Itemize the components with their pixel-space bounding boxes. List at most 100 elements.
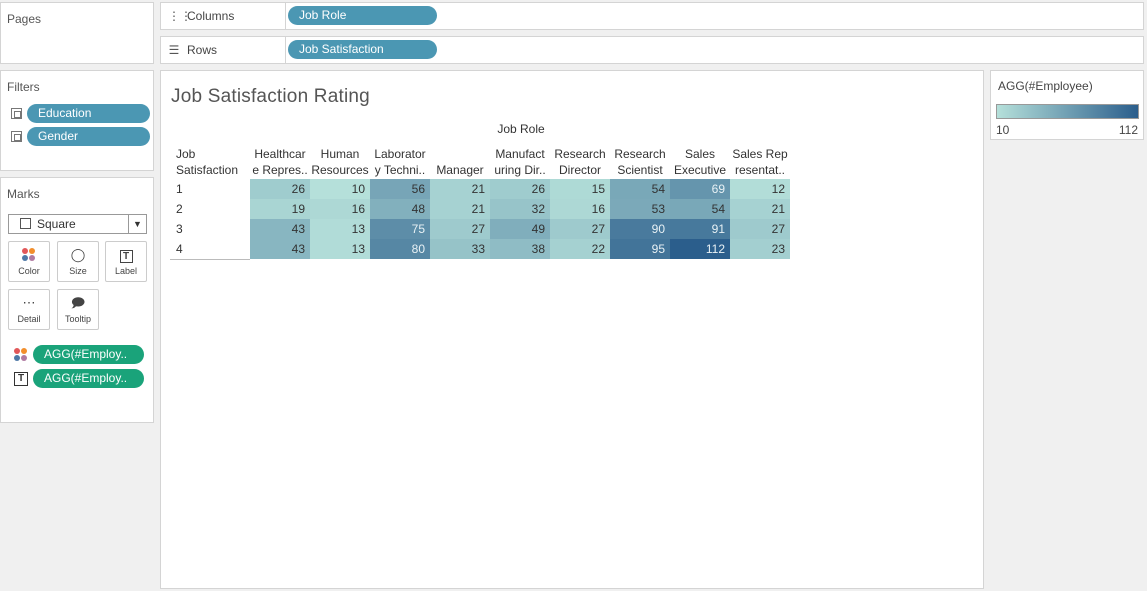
viz-panel[interactable]: Job Satisfaction Rating Job Role Job Sat… [160, 70, 984, 589]
filter-icon [11, 131, 22, 142]
filter-pill-education[interactable]: Education [27, 104, 150, 123]
column-header-1-line1: Resources [311, 163, 369, 177]
rows-shelf-label: ☰ Rows [161, 37, 286, 63]
column-header-3-line1: Manager [436, 163, 484, 177]
column-header-7-line0: Sales [684, 147, 716, 161]
text-label-icon: T [14, 372, 28, 386]
heatmap-cell[interactable]: 54 [610, 179, 670, 199]
heatmap-cell[interactable]: 16 [310, 199, 370, 219]
heatmap-cell[interactable]: 27 [730, 219, 790, 239]
chevron-down-icon[interactable]: ▼ [128, 215, 146, 233]
heatmap-cell[interactable]: 19 [250, 199, 310, 219]
heatmap-cell[interactable]: 112 [670, 239, 730, 259]
column-header-2-line1: y Techni.. [374, 163, 426, 177]
detail-icon: ⋯ [22, 295, 36, 310]
heatmap-cell[interactable]: 53 [610, 199, 670, 219]
column-header-6-line1: Scientist [617, 163, 663, 177]
filter-icon [11, 108, 22, 119]
heatmap-cell[interactable]: 15 [550, 179, 610, 199]
heatmap-cell[interactable]: 75 [370, 219, 430, 239]
legend-title: AGG(#Employee) [998, 79, 1093, 93]
heatmap-cell[interactable]: 22 [550, 239, 610, 259]
heatmap-cell[interactable]: 27 [550, 219, 610, 239]
columns-icon: ⋮⋮ [168, 9, 192, 23]
heatmap-cell[interactable]: 21 [730, 199, 790, 219]
heatmap-cell[interactable]: 33 [430, 239, 490, 259]
heatmap-cell[interactable]: 26 [250, 179, 310, 199]
legend-min: 10 [996, 123, 1010, 137]
heatmap-cell[interactable]: 48 [370, 199, 430, 219]
row-label-1: 1 [176, 182, 183, 196]
rows-pill-job-satisfaction[interactable]: Job Satisfaction [288, 40, 437, 59]
square-icon [20, 218, 31, 229]
legend-gradient-bar [996, 104, 1139, 119]
column-header-2-line0: Laborator [374, 147, 426, 161]
column-header-title: Job Role [497, 122, 545, 136]
heatmap-cell[interactable]: 12 [730, 179, 790, 199]
heatmap-cell[interactable]: 69 [670, 179, 730, 199]
detail-button[interactable]: ⋯ Detail [8, 289, 50, 330]
column-header-1-line0: Human [320, 147, 360, 161]
heatmap-cell[interactable]: 27 [430, 219, 490, 239]
heatmap-cell[interactable]: 16 [550, 199, 610, 219]
color-button[interactable]: Color [8, 241, 50, 282]
tooltip-label: Tooltip [64, 314, 91, 324]
heatmap-cell[interactable]: 43 [250, 239, 310, 259]
column-header-5-line1: Director [558, 163, 601, 177]
size-button[interactable]: ◯ Size [57, 241, 99, 282]
columns-label: Columns [187, 9, 235, 23]
viz-title: Job Satisfaction Rating [171, 86, 370, 107]
row-header-line2: Satisfaction [176, 163, 239, 177]
heatmap-cell[interactable]: 95 [610, 239, 670, 259]
heatmap-cell[interactable]: 43 [250, 219, 310, 239]
filter-pill-gender[interactable]: Gender [27, 127, 150, 146]
mark-type-dropdown[interactable]: Square ▼ [8, 214, 147, 234]
column-header-7-line1: Executive [673, 163, 727, 177]
heatmap-cell[interactable]: 49 [490, 219, 550, 239]
heatmap-cell[interactable]: 21 [430, 199, 490, 219]
heatmap-cell[interactable]: 38 [490, 239, 550, 259]
columns-shelf[interactable]: ⋮⋮ Columns Job Role [160, 2, 1144, 30]
column-header-0-line1: e Repres.. [252, 163, 308, 177]
rows-shelf[interactable]: ☰ Rows Job Satisfaction [160, 36, 1144, 64]
heatmap-cell[interactable]: 13 [310, 239, 370, 259]
tooltip-button[interactable]: 🗩 Tooltip [57, 289, 99, 330]
marks-pill-label-field[interactable]: AGG(#Employ.. [33, 369, 144, 388]
color-icon [9, 242, 49, 264]
columns-pill-job-role[interactable]: Job Role [288, 6, 437, 25]
heatmap-cell[interactable]: 10 [310, 179, 370, 199]
column-header-4-line1: uring Dir.. [494, 163, 546, 177]
size-label: Size [69, 266, 87, 276]
heatmap-cell[interactable]: 56 [370, 179, 430, 199]
marks-pill-color-field[interactable]: AGG(#Employ.. [33, 345, 144, 364]
column-header-4-line0: Manufact [495, 147, 545, 161]
pages-panel[interactable]: Pages [0, 2, 154, 64]
heatmap-cell[interactable]: 13 [310, 219, 370, 239]
heatmap-cell[interactable]: 26 [490, 179, 550, 199]
heatmap-cell[interactable]: 91 [670, 219, 730, 239]
heatmap-cell[interactable]: 54 [670, 199, 730, 219]
heatmap-cell[interactable]: 23 [730, 239, 790, 259]
row-label-3: 3 [176, 222, 183, 236]
marks-panel[interactable]: Marks Square ▼ Color ◯ Size T Label ⋯ De… [0, 177, 154, 423]
legend-panel[interactable]: AGG(#Employee) 10 112 [990, 70, 1144, 140]
filters-panel[interactable]: Filters Education Gender [0, 70, 154, 171]
rows-icon: ☰ [168, 43, 180, 57]
label-button[interactable]: T Label [105, 241, 147, 282]
rows-label: Rows [187, 43, 218, 57]
column-header-5-line0: Research [554, 147, 606, 161]
mark-type-value: Square [37, 217, 76, 231]
heatmap-cell[interactable]: 21 [430, 179, 490, 199]
table-bottom-border [170, 259, 250, 260]
heatmap-cell[interactable]: 90 [610, 219, 670, 239]
column-header-8-line0: Sales Rep [732, 147, 788, 161]
row-label-2: 2 [176, 202, 183, 216]
heatmap-cell[interactable]: 80 [370, 239, 430, 259]
row-label-4: 4 [176, 242, 183, 256]
color-label: Color [18, 266, 40, 276]
label-label: Label [114, 266, 138, 276]
detail-label: Detail [17, 314, 41, 324]
columns-shelf-label: ⋮⋮ Columns [161, 3, 286, 29]
heatmap-cell[interactable]: 32 [490, 199, 550, 219]
column-header-8-line1: resentat.. [734, 163, 786, 177]
